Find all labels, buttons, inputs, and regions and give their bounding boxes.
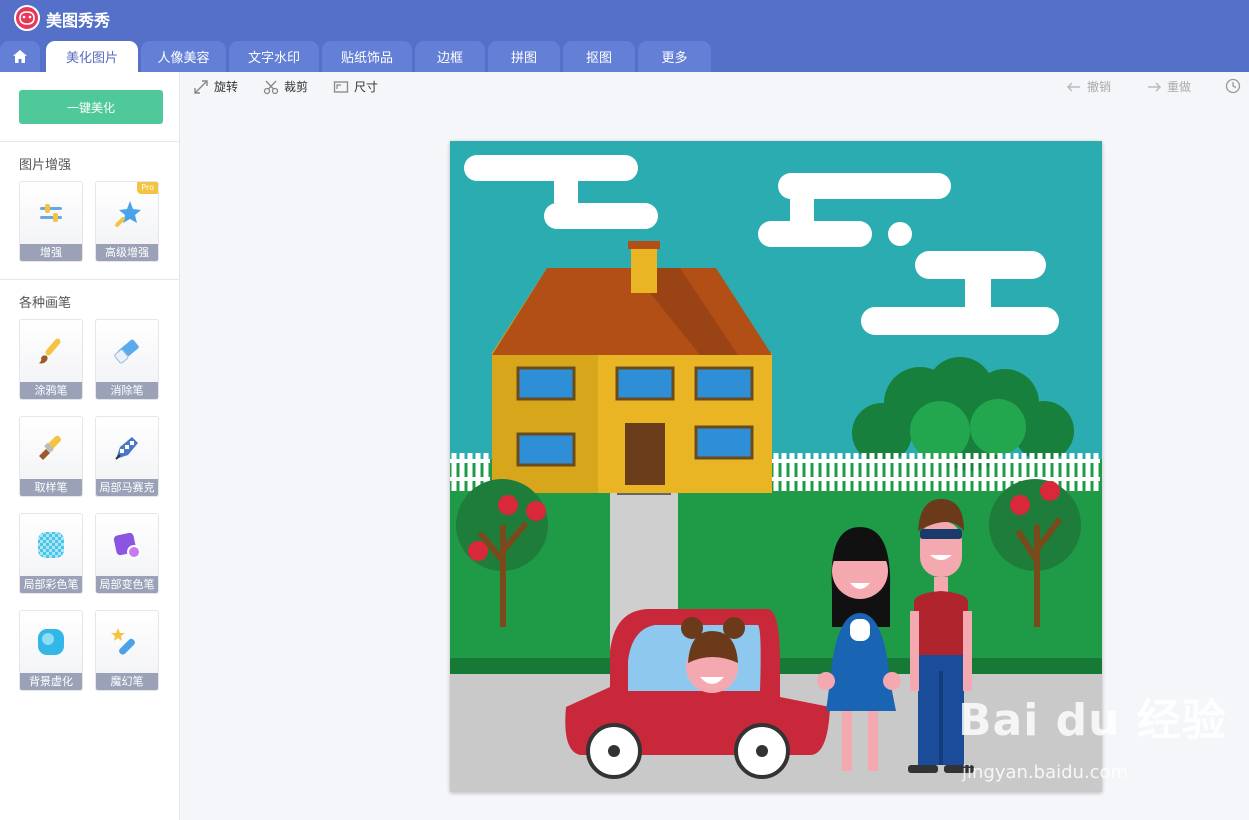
baidu-watermark-logo: Bai du 经验 [958, 695, 1227, 746]
tool-mosaic-pen[interactable]: 局部马赛克 [95, 416, 159, 497]
tool-label: 增强 [20, 244, 82, 261]
tool-enhance[interactable]: 增强 [19, 181, 83, 262]
section-title-brushes: 各种画笔 [19, 296, 72, 311]
crop-label: 裁剪 [284, 80, 309, 94]
tool-magic-pen[interactable]: 魔幻笔 [95, 610, 159, 691]
app-logo-icon [14, 5, 40, 31]
undo-button[interactable]: 撤销 [1066, 78, 1111, 95]
magic-star-icon [115, 201, 141, 227]
size-label: 尺寸 [354, 80, 379, 94]
arrow-right-icon [1148, 81, 1162, 92]
left-sidebar: 一键美化 图片增强 增强 Pro 高级增强 各种画笔 涂鸦笔 消除笔 取样笔 局… [0, 72, 180, 820]
tool-label: 局部变色笔 [96, 576, 158, 593]
checker-ball-icon [38, 532, 64, 558]
sample-brush-icon [39, 435, 61, 460]
crop-button[interactable]: 裁剪 [263, 78, 308, 95]
sliders-icon [40, 204, 62, 222]
arrow-left-icon [1066, 81, 1080, 92]
clock-icon [1225, 78, 1241, 94]
paintbrush-icon [39, 338, 61, 364]
tool-label: 消除笔 [96, 382, 158, 399]
rotate-label: 旋转 [214, 80, 239, 94]
tool-advanced-enhance[interactable]: Pro 高级增强 [95, 181, 159, 262]
top-bar: 美图秀秀 美化图片 人像美容 文字水印 贴纸饰品 边框 拼图 抠图 更多 [0, 0, 1249, 72]
undo-label: 撤销 [1087, 80, 1112, 94]
tool-label: 局部马赛克 [96, 479, 158, 496]
tool-partial-color-pen[interactable]: 局部彩色笔 [19, 513, 83, 594]
tab-collage[interactable]: 拼图 [488, 41, 560, 72]
tool-eraser-pen[interactable]: 消除笔 [95, 319, 159, 400]
size-button[interactable]: 尺寸 [333, 78, 378, 95]
divider [0, 141, 180, 142]
tool-label: 取样笔 [20, 479, 82, 496]
main-tabs: 美化图片 人像美容 文字水印 贴纸饰品 边框 拼图 抠图 更多 [0, 41, 714, 72]
home-tab[interactable] [0, 41, 40, 72]
tab-beautify[interactable]: 美化图片 [46, 41, 138, 72]
tab-stickers[interactable]: 贴纸饰品 [322, 41, 412, 72]
app-title: 美图秀秀 [46, 11, 111, 30]
tool-label: 涂鸦笔 [20, 382, 82, 399]
tool-color-change-pen[interactable]: 局部变色笔 [95, 513, 159, 594]
tab-more[interactable]: 更多 [638, 41, 711, 72]
redo-button[interactable]: 重做 [1146, 78, 1191, 95]
tool-label: 背景虚化 [20, 673, 82, 690]
rotate-icon [194, 79, 208, 94]
tool-background-blur[interactable]: 背景虚化 [19, 610, 83, 691]
tab-cutout[interactable]: 抠图 [563, 41, 635, 72]
redo-label: 重做 [1167, 80, 1192, 94]
section-title-enhance: 图片增强 [19, 158, 72, 173]
tab-frame[interactable]: 边框 [415, 41, 485, 72]
magic-pen-icon [111, 628, 135, 655]
tool-label: 魔幻笔 [96, 673, 158, 690]
eraser-icon [114, 339, 139, 364]
tool-doodle-pen[interactable]: 涂鸦笔 [19, 319, 83, 400]
rotate-button[interactable]: 旋转 [193, 78, 238, 95]
divider [0, 279, 180, 280]
tool-label: 高级增强 [96, 244, 158, 261]
pro-badge: Pro [137, 182, 158, 194]
tool-sample-pen[interactable]: 取样笔 [19, 416, 83, 497]
tool-label: 局部彩色笔 [20, 576, 82, 593]
one-click-beautify-button[interactable]: 一键美化 [19, 90, 163, 124]
history-button[interactable] [1225, 78, 1246, 94]
baidu-watermark-url: jingyan.baidu.com [962, 762, 1129, 783]
scissors-icon [263, 80, 279, 94]
home-icon [13, 50, 27, 63]
size-icon [333, 80, 349, 93]
blur-ball-icon [38, 629, 64, 655]
color-change-icon [113, 532, 141, 559]
tab-portrait[interactable]: 人像美容 [141, 41, 226, 72]
mosaic-pen-icon [115, 437, 138, 460]
tab-text-watermark[interactable]: 文字水印 [229, 41, 319, 72]
